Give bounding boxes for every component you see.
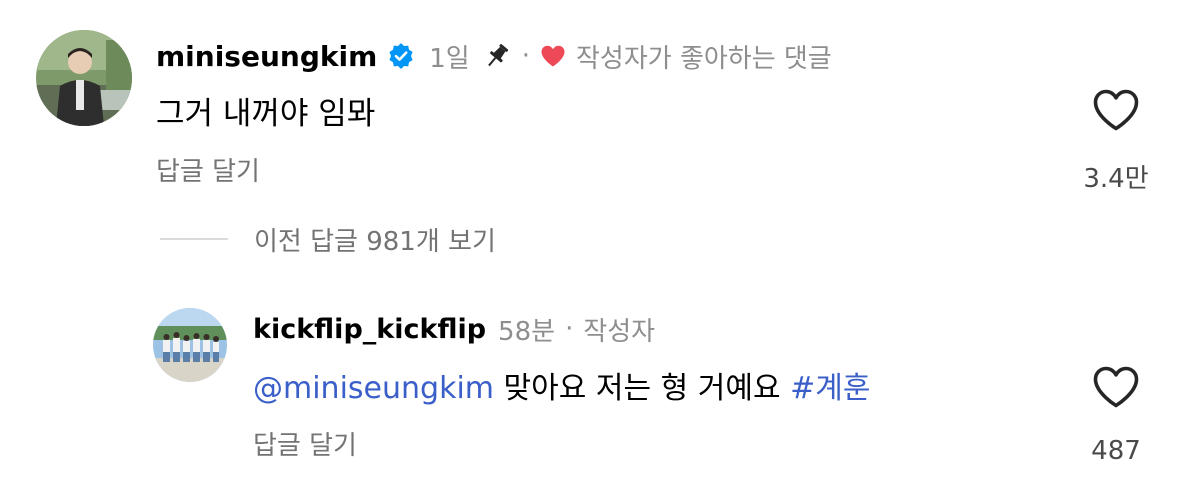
username[interactable]: miniseungkim [156, 40, 377, 73]
verified-badge-icon [387, 42, 415, 70]
separator-dot: · [565, 314, 574, 344]
reply-body: 맞아요 저는 형 거예요 [503, 371, 781, 406]
heart-outline-icon [1093, 366, 1139, 408]
view-previous-replies-button[interactable]: 이전 답글 981개 보기 [160, 219, 496, 259]
divider-line [160, 238, 228, 240]
comment-header: miniseungkim 1일 · 작성자가 좋아하는 댓글 [156, 33, 832, 79]
author-label: 작성자 [583, 316, 656, 347]
timestamp: 58분 [498, 316, 556, 347]
separator-dot: · [521, 41, 530, 71]
timestamp: 1일 [429, 43, 470, 74]
heart-outline-icon [1093, 89, 1139, 131]
view-replies-label: 이전 답글 981개 보기 [254, 226, 496, 257]
like-button[interactable] [1092, 365, 1140, 409]
avatar-kickflip[interactable] [153, 308, 227, 382]
username[interactable]: kickflip_kickflip [253, 314, 486, 345]
like-button[interactable] [1092, 88, 1140, 132]
reply-button[interactable]: 답글 달기 [156, 151, 260, 188]
liked-by-author-label: 작성자가 좋아하는 댓글 [576, 43, 832, 74]
reply-header: kickflip_kickflip 58분 · 작성자 [253, 307, 655, 351]
hashtag-link[interactable]: #계훈 [790, 371, 870, 406]
like-count: 3.4만 [1083, 164, 1149, 194]
heart-filled-icon [540, 44, 566, 68]
avatar-miniseungkim[interactable] [36, 30, 132, 126]
comment-text: 그거 내꺼야 임뫄 [156, 96, 376, 132]
mention-link[interactable]: @miniseungkim [253, 371, 494, 406]
pin-icon [482, 41, 512, 71]
reply-button[interactable]: 답글 달기 [253, 425, 357, 462]
like-count: 487 [1091, 436, 1141, 466]
reply-text: @miniseungkim 맞아요 저는 형 거예요 #계훈 [253, 363, 870, 407]
